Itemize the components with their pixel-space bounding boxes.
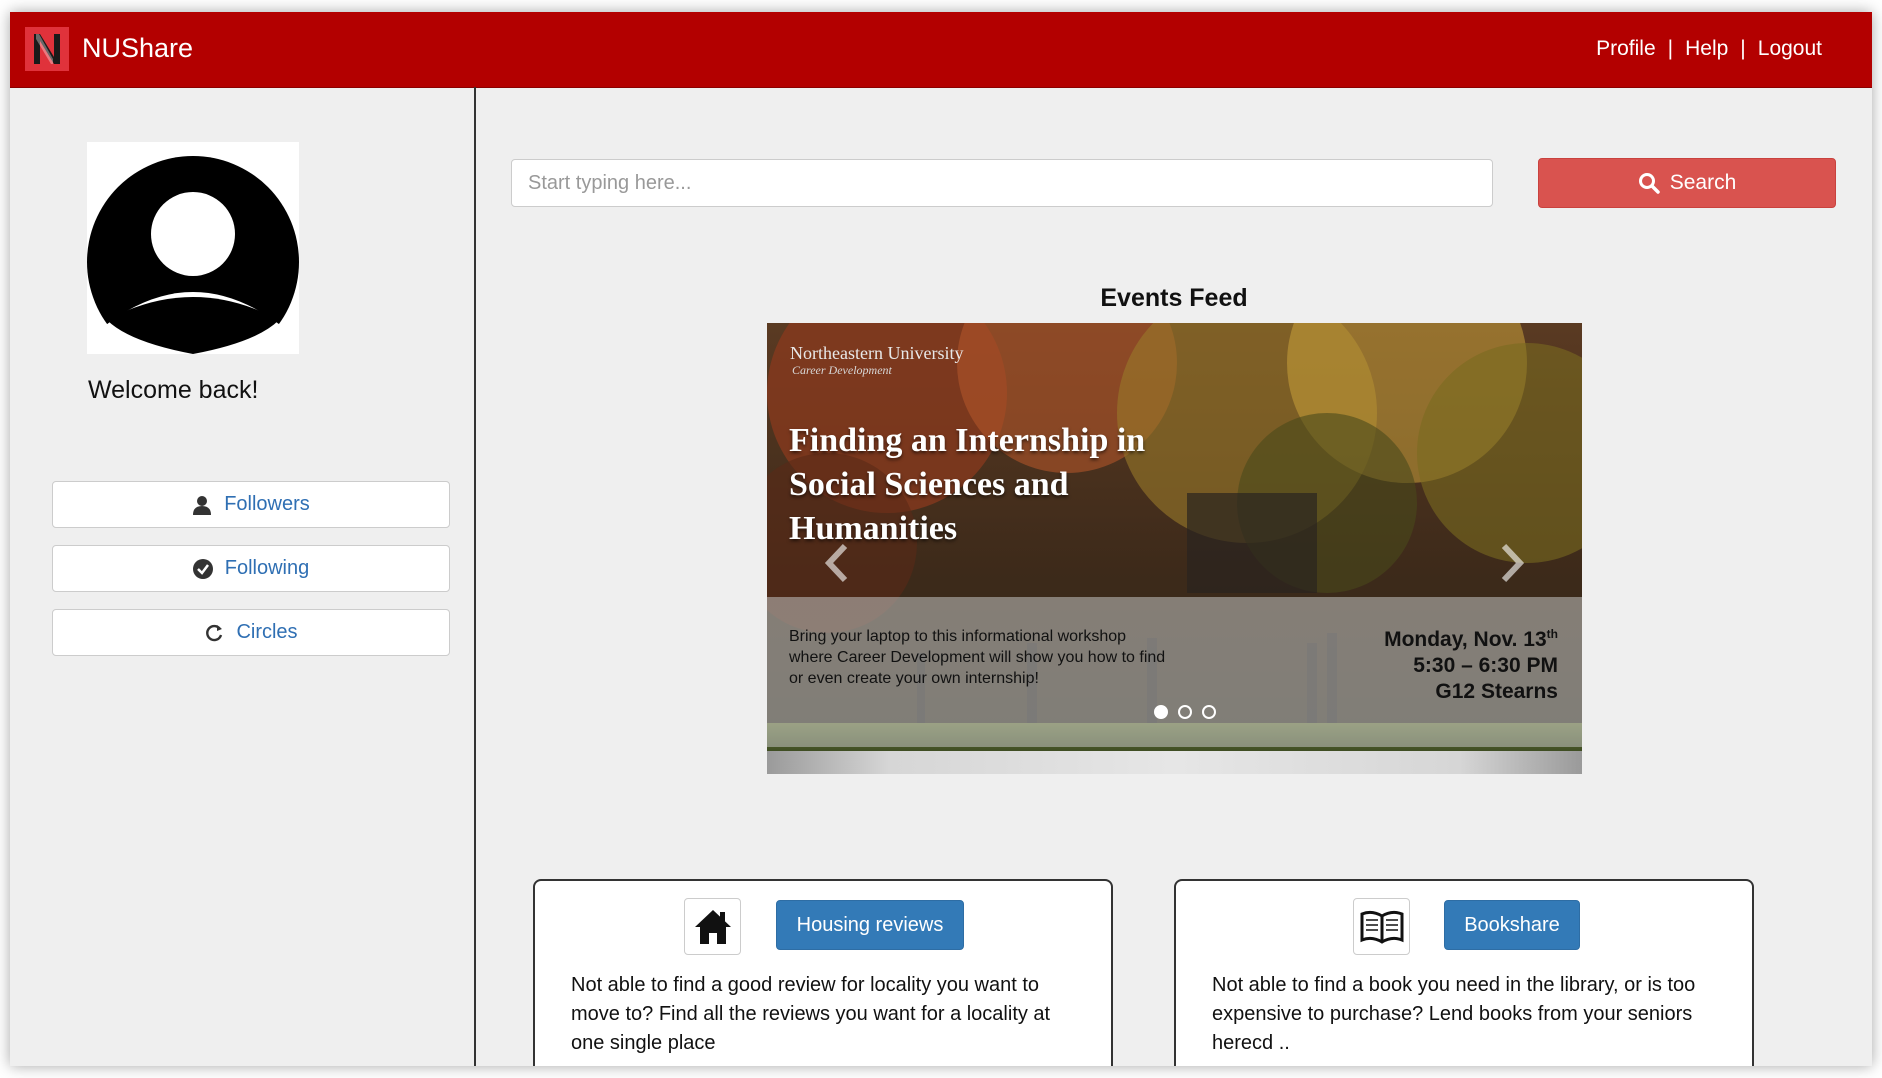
following-label: Following <box>224 557 310 579</box>
app-window: NUShare Profile | Help | Logout Welcome … <box>10 12 1872 1066</box>
main-content: Search Events Feed <box>476 87 1872 1066</box>
carousel-dot-1[interactable] <box>1154 705 1168 719</box>
nav-separator: | <box>1667 37 1674 60</box>
top-navbar: NUShare Profile | Help | Logout <box>10 12 1872 88</box>
following-button[interactable]: Following <box>52 545 450 592</box>
carousel-dot-3[interactable] <box>1202 705 1216 719</box>
search-button[interactable]: Search <box>1538 158 1836 208</box>
brand-name[interactable]: NUShare <box>82 30 193 66</box>
carousel-dot-2[interactable] <box>1178 705 1192 719</box>
housing-reviews-button[interactable]: Housing reviews <box>776 900 964 950</box>
followers-button[interactable]: Followers <box>52 481 450 528</box>
welcome-message: Welcome back! <box>88 376 259 404</box>
help-link[interactable]: Help <box>1685 34 1728 64</box>
circles-label: Circles <box>236 621 298 643</box>
events-carousel[interactable]: Northeastern University Career Developme… <box>767 323 1582 774</box>
check-circle-icon <box>192 558 213 579</box>
event-description: Bring your laptop to this informational … <box>789 628 1166 687</box>
search-input[interactable] <box>511 159 1493 207</box>
profile-link[interactable]: Profile <box>1596 34 1656 64</box>
bookshare-card: Bookshare Not able to find a book you ne… <box>1174 879 1754 1066</box>
nushare-logo-icon[interactable] <box>25 27 69 71</box>
event-title: Finding an Internship in Social Sciences… <box>789 422 1146 547</box>
user-icon <box>192 495 212 515</box>
carousel-prev-arrow-icon[interactable] <box>817 539 857 587</box>
bookshare-button[interactable]: Bookshare <box>1444 900 1580 950</box>
home-icon <box>684 898 741 955</box>
event-time: 5:30 – 6:30 PM <box>1413 654 1558 677</box>
event-date-block: Monday, Nov. 13th 5:30 – 6:30 PM G12 Ste… <box>1384 621 1558 705</box>
event-org-sub: Career Development <box>792 363 892 377</box>
avatar <box>87 142 299 354</box>
logout-link[interactable]: Logout <box>1758 34 1822 64</box>
event-org-name: Northeastern University <box>790 343 964 363</box>
nav-links: Profile | Help | Logout <box>1596 34 1822 64</box>
nav-separator: | <box>1740 37 1746 60</box>
followers-label: Followers <box>224 493 310 515</box>
carousel-footer-bar <box>767 751 1582 774</box>
circles-button[interactable]: Circles <box>52 609 450 656</box>
search-button-label: Search <box>1669 171 1737 194</box>
sidebar: Welcome back! Followers Following Circle… <box>10 87 476 1066</box>
carousel-indicators <box>1149 705 1221 719</box>
carousel-next-arrow-icon[interactable] <box>1492 539 1532 587</box>
housing-card-text: Not able to find a good review for local… <box>571 974 1051 1054</box>
refresh-icon <box>204 623 224 643</box>
logo-letter-n <box>34 34 60 64</box>
bookshare-card-text: Not able to find a book you need in the … <box>1212 974 1696 1054</box>
book-icon <box>1353 898 1410 955</box>
event-date: Monday, Nov. 13th <box>1384 627 1558 651</box>
events-feed-title: Events Feed <box>1100 284 1248 312</box>
event-location: G12 Stearns <box>1435 680 1558 703</box>
search-icon <box>1638 172 1660 194</box>
housing-card: Housing reviews Not able to find a good … <box>533 879 1113 1066</box>
avatar-placeholder-icon <box>87 156 299 354</box>
